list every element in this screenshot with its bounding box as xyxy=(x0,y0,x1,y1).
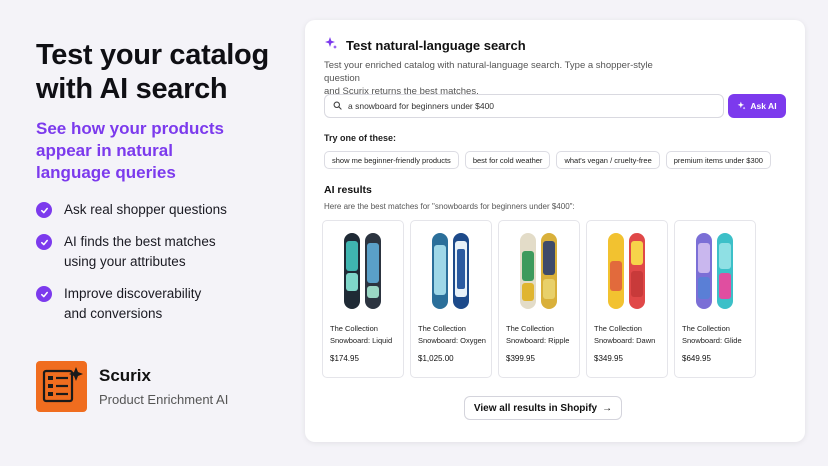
search-icon xyxy=(333,97,342,115)
product-card[interactable]: The Collection Snowboard: Glide $649.95 xyxy=(674,220,756,378)
product-card[interactable]: The Collection Snowboard: Liquid $174.95 xyxy=(322,220,404,378)
ask-ai-label: Ask AI xyxy=(750,101,777,111)
suggestion-chips: show me beginner-friendly products best … xyxy=(324,151,777,169)
product-image xyxy=(517,231,561,311)
benefit-text: Improve discoverability and conversions xyxy=(64,284,201,324)
hero-title-line2: with AI search xyxy=(36,73,228,105)
brand-text: Scurix Product Enrichment AI xyxy=(99,366,228,407)
product-name: The Collection Snowboard: Oxygen xyxy=(418,323,496,347)
product-name-line1: The Collection xyxy=(330,324,378,333)
product-card[interactable]: The Collection Snowboard: Dawn $349.95 xyxy=(586,220,668,378)
scurix-logo-icon xyxy=(36,361,87,412)
product-name-line1: The Collection xyxy=(594,324,642,333)
brand-tagline: Product Enrichment AI xyxy=(99,392,229,407)
card-title: Test natural-language search xyxy=(346,38,526,53)
brand-block: Scurix Product Enrichment AI xyxy=(36,361,228,412)
product-name: The Collection Snowboard: Ripple xyxy=(506,323,584,347)
product-name: The Collection Snowboard: Glide xyxy=(682,323,760,347)
check-circle-icon xyxy=(36,202,52,218)
product-name-line1: The Collection xyxy=(418,324,466,333)
product-grid: The Collection Snowboard: Liquid $174.95… xyxy=(322,220,762,378)
benefit-text-line2: and conversions xyxy=(64,306,163,321)
suggestion-chip[interactable]: what's vegan / cruelty-free xyxy=(556,151,660,169)
card-description-line1: Test your enriched catalog with natural-… xyxy=(324,60,653,84)
hero-section: Test your catalog with AI search See how… xyxy=(36,38,286,336)
product-card[interactable]: The Collection Snowboard: Oxygen $1,025.… xyxy=(410,220,492,378)
product-image xyxy=(605,231,649,311)
benefit-text: AI finds the best matches using your att… xyxy=(64,232,216,272)
product-card[interactable]: The Collection Snowboard: Ripple $399.95 xyxy=(498,220,580,378)
sparkle-icon xyxy=(324,36,338,55)
sparkle-icon xyxy=(737,101,746,112)
hero-subtitle-line1: See how your products xyxy=(36,119,224,138)
product-price: $399.95 xyxy=(506,354,535,363)
product-name-line2: Snowboard: Ripple xyxy=(506,336,570,345)
search-input[interactable]: a snowboard for beginners under $400 xyxy=(324,94,724,118)
benefit-item: AI finds the best matches using your att… xyxy=(36,232,286,272)
ask-ai-button[interactable]: Ask AI xyxy=(728,94,786,118)
brand-name: Scurix xyxy=(99,366,151,385)
product-image xyxy=(341,231,385,311)
product-name-line2: Snowboard: Dawn xyxy=(594,336,656,345)
suggestion-chip[interactable]: show me beginner-friendly products xyxy=(324,151,459,169)
results-title: AI results xyxy=(324,184,372,196)
suggestion-chip[interactable]: best for cold weather xyxy=(464,151,551,169)
product-name-line2: Snowboard: Oxygen xyxy=(418,336,486,345)
benefit-text: Ask real shopper questions xyxy=(64,200,227,220)
check-circle-icon xyxy=(36,286,52,302)
card-description: Test your enriched catalog with natural-… xyxy=(324,59,684,98)
card-header: Test natural-language search xyxy=(324,36,526,55)
product-name-line2: Snowboard: Liquid xyxy=(330,336,393,345)
benefit-text-line1: AI finds the best matches xyxy=(64,234,216,249)
hero-subtitle-line3: language queries xyxy=(36,163,176,182)
product-name: The Collection Snowboard: Liquid xyxy=(330,323,408,347)
suggestions-label: Try one of these: xyxy=(324,133,397,143)
product-name-line2: Snowboard: Glide xyxy=(682,336,742,345)
arrow-right-icon: → xyxy=(602,402,613,414)
benefit-text-line2: using your attributes xyxy=(64,254,186,269)
product-price: $649.95 xyxy=(682,354,711,363)
product-price: $174.95 xyxy=(330,354,359,363)
view-all-label: View all results in Shopify xyxy=(473,402,598,414)
product-image xyxy=(429,231,473,311)
suggestion-chip[interactable]: premium items under $300 xyxy=(665,151,771,169)
benefit-list: Ask real shopper questions AI finds the … xyxy=(36,200,286,324)
search-demo-card: Test natural-language search Test your e… xyxy=(305,20,805,442)
benefit-item: Ask real shopper questions xyxy=(36,200,286,220)
view-all-results-button[interactable]: View all results in Shopify → xyxy=(464,396,622,420)
hero-subtitle: See how your products appear in natural … xyxy=(36,118,286,184)
hero-subtitle-line2: appear in natural xyxy=(36,141,173,160)
product-name-line1: The Collection xyxy=(682,324,730,333)
hero-title: Test your catalog with AI search xyxy=(36,38,286,106)
product-price: $1,025.00 xyxy=(418,354,454,363)
benefit-item: Improve discoverability and conversions xyxy=(36,284,286,324)
product-image xyxy=(693,231,737,311)
product-price: $349.95 xyxy=(594,354,623,363)
results-description: Here are the best matches for "snowboard… xyxy=(324,202,575,211)
product-name-line1: The Collection xyxy=(506,324,554,333)
search-input-value: a snowboard for beginners under $400 xyxy=(348,101,495,111)
hero-title-line1: Test your catalog xyxy=(36,39,269,71)
benefit-text-line1: Improve discoverability xyxy=(64,286,202,301)
product-name: The Collection Snowboard: Dawn xyxy=(594,323,672,347)
benefit-text-line1: Ask real shopper questions xyxy=(64,202,227,217)
check-circle-icon xyxy=(36,234,52,250)
